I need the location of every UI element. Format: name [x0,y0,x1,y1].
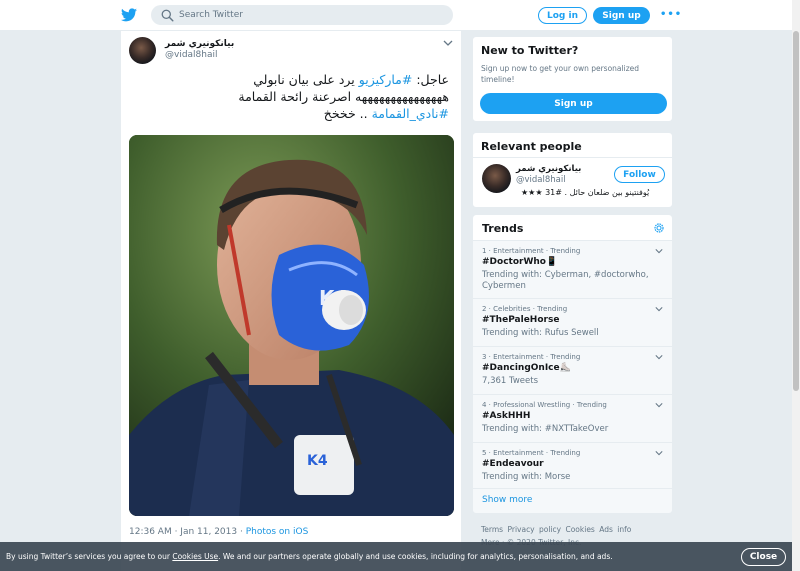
tweet-column: بيانكونيري شمر @vidal8hail عاجل: #ماركيز… [120,31,462,571]
trend-item[interactable]: 5 · Entertainment · Trending #Endeavour … [473,444,672,489]
svg-text:K4: K4 [307,453,328,469]
show-more-link[interactable]: Show more [482,495,532,505]
trend-context: 2 · Celebrities · Trending [482,305,568,313]
hashtag-link[interactable]: #نادي_القمامة [372,106,449,121]
tweet-meta: 12:36 AM · Jan 11, 2013 · Photos on iOS [129,527,308,537]
signup-button[interactable]: Sign up [593,7,650,24]
trend-subtext: 7,361 Tweets [482,376,538,386]
card-title: Relevant people [481,140,582,153]
scrollbar-thumb[interactable] [793,31,799,391]
trend-tag[interactable]: #DancingOnIce⛸️ [482,363,571,373]
person-bio: يُوفنتينو بين ضلعان حائل . #31 ★★★ [521,188,650,197]
author-handle[interactable]: @vidal8hail [165,50,218,60]
cookie-text-pre: By using Twitter’s services you agree to… [6,552,173,561]
tweet-timestamp[interactable]: 12:36 AM · Jan 11, 2013 · [129,527,246,537]
trends-header: Trends [473,215,672,241]
top-bar: Log in Sign up ••• [0,0,800,31]
person-name[interactable]: بيانكونيري شمر [516,164,581,174]
card-title: Trends [482,222,524,235]
trend-context: 4 · Professional Wrestling · Trending [482,401,607,409]
twitter-bird-icon[interactable] [121,8,137,22]
tweet-source-link[interactable]: Photos on iOS [246,527,309,537]
tweet-text: عاجل: #ماركيزيو يرد على بيان نابولي هههه… [129,71,449,122]
person-handle[interactable]: @vidal8hail [516,175,566,185]
tweet-line: هههههههههههههههه اصرعنة رائحة القمامة [129,88,449,105]
chevron-down-icon[interactable] [655,354,663,360]
trend-item[interactable]: 2 · Celebrities · Trending #ThePaleHorse… [473,300,672,347]
trend-tag[interactable]: #Endeavour [482,459,544,469]
trend-subtext: Trending with: Cyberman, #doctorwho, Cyb… [482,270,649,291]
tweet-text-segment: عاجل: [412,72,449,87]
divider [473,157,672,158]
trend-tag[interactable]: #DoctorWho📱 [482,257,557,267]
tweet-line: #نادي_القمامة .. خخخخ [129,105,449,122]
tweet-photo[interactable]: K4 K4 [129,135,454,516]
more-dots-icon[interactable]: ••• [660,9,682,20]
avatar[interactable] [482,164,511,193]
tweet-text-segment: يرد على بيان نابولي [253,72,359,87]
trend-subtext: Trending with: Morse [482,472,571,482]
trend-context: 3 · Entertainment · Trending [482,353,581,361]
avatar[interactable] [129,37,156,64]
trends-card: Trends 1 · Entertainment · Trending #Doc… [472,214,673,514]
trend-item[interactable]: 4 · Professional Wrestling · Trending #A… [473,396,672,443]
photo-illustration: K4 K4 [129,135,454,516]
trend-context: 1 · Entertainment · Trending [482,247,581,255]
cookie-text-post: . We and our partners operate globally a… [218,552,613,561]
chevron-down-icon[interactable] [443,39,453,47]
trend-context: 5 · Entertainment · Trending [482,449,581,457]
author-name[interactable]: بيانكونيري شمر [165,39,234,49]
search-icon [161,9,174,22]
chevron-down-icon[interactable] [655,402,663,408]
trend-tag[interactable]: #ThePaleHorse [482,315,559,325]
hashtag-link[interactable]: #ماركيزيو [359,72,413,87]
card-description: Sign up now to get your own personalized… [481,64,640,84]
trend-item[interactable]: 1 · Entertainment · Trending #DoctorWho📱… [473,242,672,299]
chevron-down-icon[interactable] [655,306,663,312]
signup-button-large[interactable]: Sign up [480,93,667,114]
close-button[interactable]: Close [741,548,786,566]
gear-icon[interactable] [653,222,665,234]
chevron-down-icon[interactable] [655,450,663,456]
chevron-down-icon[interactable] [655,248,663,254]
cookie-text: By using Twitter’s services you agree to… [6,552,613,561]
trend-tag[interactable]: #AskHHH [482,411,530,421]
card-title: New to Twitter? [481,44,579,57]
tweet-line: عاجل: #ماركيزيو يرد على بيان نابولي [129,71,449,88]
search-input[interactable] [179,10,429,20]
trend-item[interactable]: 3 · Entertainment · Trending #DancingOnI… [473,348,672,395]
cookies-use-link[interactable]: Cookies Use [172,552,218,561]
tweet-text-segment: هههههههههههههههه اصرعنة رائحة القمامة [238,89,449,104]
login-button[interactable]: Log in [538,7,587,24]
search-box[interactable] [151,5,453,25]
relevant-people-card: Relevant people بيانكونيري شمر @vidal8ha… [472,132,673,208]
footer-links[interactable]: Terms Privacy policy Cookies Ads info [481,525,631,534]
trend-subtext: Trending with: Rufus Sewell [482,328,599,338]
trend-subtext: Trending with: #NXTTakeOver [482,424,609,434]
tweet-text-segment: .. خخخخ [323,106,372,121]
cookie-banner: By using Twitter’s services you agree to… [0,542,800,571]
new-to-twitter-card: New to Twitter? Sign up now to get your … [472,36,673,122]
follow-button[interactable]: Follow [614,166,665,183]
